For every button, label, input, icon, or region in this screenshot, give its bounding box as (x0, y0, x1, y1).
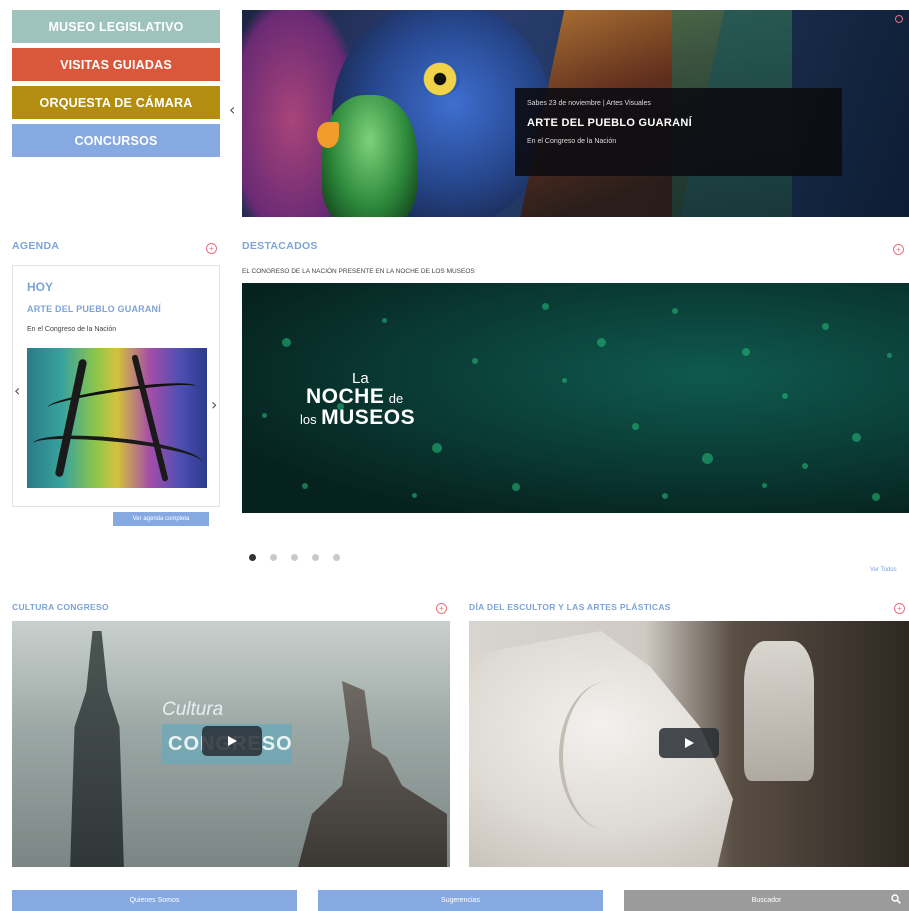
video-title-escultor: DÍA DEL ESCULTOR Y LAS ARTES PLÁSTICAS (469, 602, 671, 612)
ver-todos-link[interactable]: Ver Todos (870, 567, 897, 573)
bokeh-dot (337, 403, 344, 410)
carousel-dots (249, 554, 340, 561)
bokeh-dot (672, 308, 678, 314)
carousel-dot[interactable] (312, 554, 319, 561)
hero-art-eye (420, 62, 460, 96)
search-icon[interactable] (891, 894, 901, 904)
hero-prev-arrow-icon[interactable]: ‹ (229, 100, 235, 119)
logo-los: los (300, 412, 317, 427)
hero-date: Sabes 23 de noviembre | Artes Visuales (527, 100, 651, 107)
bokeh-dot (887, 353, 892, 358)
logo-museos: MUSEOS (321, 406, 416, 429)
carousel-dot[interactable] (270, 554, 277, 561)
sugerencias-button[interactable]: Sugerencias (318, 890, 603, 911)
bokeh-dot (852, 433, 861, 442)
hero-caption: Sabes 23 de noviembre | Artes Visuales A… (515, 88, 842, 176)
buscador-label: Buscador (751, 897, 782, 904)
bokeh-dot (542, 303, 549, 310)
agenda-next-arrow-icon[interactable]: › (211, 395, 217, 414)
hero-art-beak (317, 122, 339, 148)
cultura-overlay-text: Cultura (162, 699, 224, 720)
play-icon[interactable] (659, 728, 719, 758)
destacados-subtitle[interactable]: EL CONGRESO DE LA NACIÓN PRESENTE EN LA … (242, 268, 475, 275)
bokeh-dot (872, 493, 880, 501)
sculpture-fold (559, 681, 659, 831)
logo-de: de (388, 391, 404, 406)
bokeh-dot (802, 463, 808, 469)
video-title-cultura: CULTURA CONGRESO (12, 602, 109, 612)
bokeh-dot (382, 318, 387, 323)
logo-la: La (352, 370, 369, 387)
bokeh-dot (782, 393, 788, 399)
agenda-event-subtitle: En el Congreso de la Nación (27, 326, 117, 333)
quienes-somos-button[interactable]: Quienes Somos (12, 890, 297, 911)
buscador-button[interactable]: Buscador (624, 890, 909, 911)
hero-art-parrot (322, 95, 417, 217)
carousel-dot[interactable] (291, 554, 298, 561)
destacados-slide[interactable]: La NOCHE de los MUSEOS (242, 283, 909, 513)
bokeh-dot (822, 323, 829, 330)
agenda-prev-arrow-icon[interactable]: ‹ (14, 381, 20, 400)
hero-banner[interactable]: Sabes 23 de noviembre | Artes Visuales A… (242, 10, 909, 217)
cultura-plus-icon[interactable]: + (436, 603, 447, 614)
bokeh-dot (632, 423, 639, 430)
bokeh-dot (302, 483, 308, 489)
statue-image (297, 681, 447, 867)
bokeh-dot (597, 338, 606, 347)
bokeh-dot (742, 348, 750, 356)
agenda-title: AGENDA (12, 240, 60, 252)
bokeh-dot (562, 378, 567, 383)
bokeh-dot (512, 483, 520, 491)
sidebar-item-visitas-guiadas[interactable]: VISITAS GUIADAS (12, 48, 220, 81)
bokeh-dot (282, 338, 291, 347)
hero-title[interactable]: ARTE DEL PUEBLO GUARANÍ (527, 117, 830, 129)
destacados-title: DESTACADOS (242, 240, 318, 252)
tower-image (70, 631, 124, 867)
agenda-card: HOY ARTE DEL PUEBLO GUARANÍ En el Congre… (12, 265, 220, 507)
agenda-event-image[interactable] (27, 348, 207, 488)
carousel-dot[interactable] (249, 554, 256, 561)
agenda-plus-icon[interactable]: + (206, 243, 217, 254)
hero-subtitle: En el Congreso de la Nación (527, 138, 617, 145)
agenda-event-title[interactable]: ARTE DEL PUEBLO GUARANÍ (27, 304, 161, 314)
video-cultura-congreso[interactable]: Cultura CONGRESO (12, 621, 450, 867)
sidebar-item-orquesta-de-camara[interactable]: ORQUESTA DE CÁMARA (12, 86, 220, 119)
bokeh-dot (662, 493, 668, 499)
hero-close-icon[interactable] (895, 15, 903, 23)
bokeh-dot (472, 358, 478, 364)
ver-agenda-button[interactable]: Ver agenda completa (113, 512, 209, 526)
bokeh-dot (762, 483, 767, 488)
escultor-plus-icon[interactable]: + (894, 603, 905, 614)
destacados-plus-icon[interactable]: + (893, 244, 904, 255)
sidebar-item-museo-legislativo[interactable]: MUSEO LEGISLATIVO (12, 10, 220, 43)
sidebar-item-concursos[interactable]: CONCURSOS (12, 124, 220, 157)
agenda-today: HOY (27, 280, 54, 294)
carousel-dot[interactable] (333, 554, 340, 561)
bust-image (744, 641, 814, 781)
bokeh-dot (262, 413, 267, 418)
bokeh-dot (412, 493, 417, 498)
play-icon[interactable] (202, 726, 262, 756)
bokeh-dot (702, 453, 713, 464)
video-dia-del-escultor[interactable] (469, 621, 909, 867)
bokeh-dot (432, 443, 442, 453)
noche-museos-logo: La NOCHE de los MUSEOS (300, 371, 415, 428)
